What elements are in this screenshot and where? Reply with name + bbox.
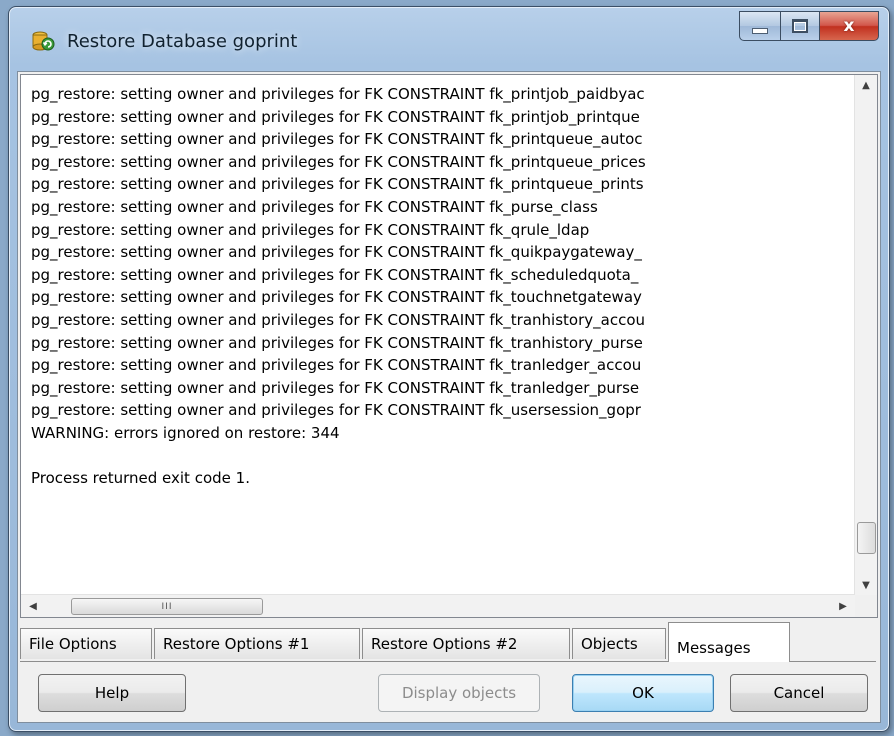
- database-restore-icon: [32, 31, 55, 51]
- horizontal-scroll-thumb[interactable]: III: [71, 598, 263, 615]
- log-line: pg_restore: setting owner and privileges…: [31, 107, 640, 126]
- tab-label: Objects: [581, 635, 638, 653]
- log-line: pg_restore: setting owner and privileges…: [31, 310, 646, 329]
- scroll-left-arrow-icon[interactable]: ◀: [23, 595, 43, 617]
- tab-label: File Options: [29, 635, 117, 653]
- display-objects-button[interactable]: Display objects: [378, 674, 540, 712]
- log-line: pg_restore: setting owner and privileges…: [31, 175, 644, 194]
- log-line: pg_restore: setting owner and privileges…: [31, 356, 642, 375]
- maximize-button[interactable]: [781, 11, 820, 41]
- display-objects-button-label: Display objects: [401, 684, 517, 702]
- window-title: Restore Database goprint: [67, 31, 298, 52]
- close-icon: x: [843, 16, 855, 36]
- vertical-scrollbar[interactable]: ▲ ▼: [854, 75, 877, 595]
- log-line: pg_restore: setting owner and privileges…: [31, 288, 642, 307]
- log-line: pg_restore: setting owner and privileges…: [31, 378, 640, 397]
- scroll-up-arrow-icon[interactable]: ▲: [855, 75, 877, 95]
- tab-strip: File Options Restore Options #1 Restore …: [20, 622, 876, 662]
- log-line: pg_restore: setting owner and privileges…: [31, 243, 642, 262]
- close-button[interactable]: x: [820, 11, 879, 41]
- dialog-body: pg_restore: setting owner and privileges…: [17, 71, 881, 723]
- restore-database-dialog: Restore Database goprint x pg_restore: s…: [8, 6, 890, 732]
- ok-button-label: OK: [632, 684, 654, 702]
- log-line: pg_restore: setting owner and privileges…: [31, 333, 643, 352]
- messages-log-panel: pg_restore: setting owner and privileges…: [20, 74, 878, 618]
- vertical-scroll-thumb[interactable]: [857, 522, 876, 554]
- minimize-button[interactable]: [739, 11, 781, 41]
- help-button[interactable]: Help: [38, 674, 186, 712]
- cancel-button[interactable]: Cancel: [730, 674, 868, 712]
- log-line: pg_restore: setting owner and privileges…: [31, 220, 590, 239]
- caption-buttons: x: [739, 11, 879, 41]
- ok-button[interactable]: OK: [572, 674, 714, 712]
- tab-label: Messages: [677, 638, 751, 657]
- help-button-label: Help: [94, 684, 130, 702]
- log-line: WARNING: errors ignored on restore: 344: [31, 423, 340, 442]
- log-line: pg_restore: setting owner and privileges…: [31, 265, 639, 284]
- tab-label: Restore Options #2: [371, 635, 518, 653]
- scrollbar-corner: [855, 595, 877, 617]
- tab-file-options[interactable]: File Options: [20, 628, 152, 659]
- tab-objects[interactable]: Objects: [572, 628, 666, 659]
- scroll-down-arrow-icon[interactable]: ▼: [855, 575, 877, 595]
- log-line: pg_restore: setting owner and privileges…: [31, 85, 645, 103]
- log-line: pg_restore: setting owner and privileges…: [31, 152, 646, 171]
- log-line: pg_restore: setting owner and privileges…: [31, 401, 641, 420]
- messages-log-text[interactable]: pg_restore: setting owner and privileges…: [31, 83, 836, 593]
- log-line: pg_restore: setting owner and privileges…: [31, 197, 598, 216]
- log-line: Process returned exit code 1.: [31, 469, 250, 488]
- tab-restore-options-2[interactable]: Restore Options #2: [362, 628, 570, 659]
- tab-label: Restore Options #1: [163, 635, 310, 653]
- minimize-icon: [752, 28, 768, 34]
- title-bar[interactable]: Restore Database goprint x: [9, 7, 889, 69]
- log-line: pg_restore: setting owner and privileges…: [31, 130, 643, 149]
- maximize-icon: [792, 19, 808, 33]
- horizontal-scrollbar[interactable]: ◀ III ▶: [21, 594, 855, 617]
- tab-restore-options-1[interactable]: Restore Options #1: [154, 628, 360, 659]
- tab-messages[interactable]: Messages: [668, 622, 790, 662]
- scroll-thumb-grip-icon: III: [161, 601, 173, 612]
- scroll-right-arrow-icon[interactable]: ▶: [833, 595, 853, 617]
- cancel-button-label: Cancel: [773, 684, 825, 702]
